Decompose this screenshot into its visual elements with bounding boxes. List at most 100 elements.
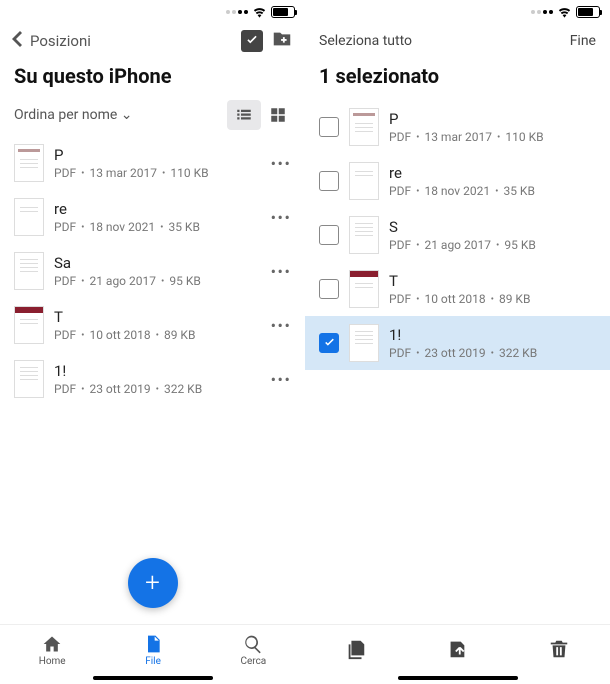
file-name: T bbox=[389, 272, 600, 290]
signal-icon bbox=[226, 10, 248, 14]
file-meta: PDF • 23 ott 2019 • 322 KB bbox=[54, 382, 257, 396]
file-info: T PDF • 10 ott 2018 • 89 KB bbox=[389, 272, 600, 306]
file-name: Sa bbox=[54, 254, 257, 272]
pane-right: Seleziona tutto Fine 1 selezionato P PDF … bbox=[305, 0, 610, 684]
file-list: P PDF • 13 mar 2017 • 110 KB ••• re PDF • 18… bbox=[0, 136, 305, 624]
page-title: Su questo iPhone bbox=[0, 60, 305, 96]
grid-view-button[interactable] bbox=[261, 100, 295, 130]
back-chevron-icon[interactable] bbox=[12, 31, 22, 51]
file-name: re bbox=[54, 200, 257, 218]
selection-toolbar bbox=[305, 624, 610, 684]
more-icon[interactable]: ••• bbox=[267, 154, 295, 173]
list-item[interactable]: re PDF • 18 nov 2021 • 35 KB bbox=[305, 154, 610, 208]
list-item[interactable]: 1! PDF • 23 ott 2019 • 322 KB ••• bbox=[0, 352, 305, 406]
file-info: Sa PDF • 21 ago 2017 • 95 KB bbox=[54, 254, 257, 288]
list-item[interactable]: P PDF • 13 mar 2017 • 110 KB ••• bbox=[0, 136, 305, 190]
chevron-down-icon: ⌄ bbox=[121, 107, 133, 123]
file-info: S PDF • 21 ago 2017 • 95 KB bbox=[389, 218, 600, 252]
checkbox[interactable] bbox=[319, 117, 339, 137]
file-thumbnail bbox=[14, 252, 44, 290]
list-view-button[interactable] bbox=[227, 100, 261, 130]
status-bar bbox=[305, 0, 610, 22]
wifi-icon bbox=[557, 3, 572, 22]
tab-file[interactable]: File bbox=[143, 634, 163, 667]
file-meta: PDF • 21 ago 2017 • 95 KB bbox=[54, 274, 257, 288]
file-info: 1! PDF • 23 ott 2019 • 322 KB bbox=[54, 362, 257, 396]
file-info: re PDF • 18 nov 2021 • 35 KB bbox=[54, 200, 257, 234]
tab-label: Cerca bbox=[240, 656, 266, 667]
file-info: 1! PDF • 23 ott 2019 • 322 KB bbox=[389, 326, 600, 360]
file-info: P PDF • 13 mar 2017 • 110 KB bbox=[54, 146, 257, 180]
checkbox[interactable] bbox=[319, 333, 339, 353]
list-item[interactable]: P PDF • 13 mar 2017 • 110 KB bbox=[305, 100, 610, 154]
file-thumbnail bbox=[349, 270, 379, 308]
file-meta: PDF • 18 nov 2021 • 35 KB bbox=[389, 184, 600, 198]
list-item[interactable]: T PDF • 10 ott 2018 • 89 KB ••• bbox=[0, 298, 305, 352]
pane-left: Posizioni Su questo iPhone Ordina per no… bbox=[0, 0, 305, 684]
nav-bar: Posizioni bbox=[0, 22, 305, 60]
file-info: P PDF • 13 mar 2017 • 110 KB bbox=[389, 110, 600, 144]
done-button[interactable]: Fine bbox=[570, 33, 596, 49]
file-meta: PDF • 18 nov 2021 • 35 KB bbox=[54, 220, 257, 234]
battery-icon bbox=[271, 6, 295, 18]
more-icon[interactable]: ••• bbox=[267, 316, 295, 335]
file-info: re PDF • 18 nov 2021 • 35 KB bbox=[389, 164, 600, 198]
checkbox[interactable] bbox=[319, 279, 339, 299]
file-name: S bbox=[389, 218, 600, 236]
file-meta: PDF • 10 ott 2018 • 89 KB bbox=[389, 292, 600, 306]
list-item[interactable]: T PDF • 10 ott 2018 • 89 KB bbox=[305, 262, 610, 316]
file-thumbnail bbox=[349, 324, 379, 362]
select-all-button[interactable]: Seleziona tutto bbox=[319, 33, 412, 49]
selection-title: 1 selezionato bbox=[305, 60, 610, 96]
list-item[interactable]: S PDF • 21 ago 2017 • 95 KB bbox=[305, 208, 610, 262]
tab-bar: Home File Cerca bbox=[0, 624, 305, 684]
tab-home[interactable]: Home bbox=[39, 634, 66, 667]
more-icon[interactable]: ••• bbox=[267, 208, 295, 227]
file-meta: PDF • 23 ott 2019 • 322 KB bbox=[389, 346, 600, 360]
file-thumbnail bbox=[349, 216, 379, 254]
copy-icon[interactable] bbox=[345, 638, 367, 664]
tab-label: File bbox=[145, 656, 161, 667]
sort-button[interactable]: Ordina per nome ⌄ bbox=[14, 107, 133, 123]
select-mode-icon[interactable] bbox=[241, 30, 263, 52]
trash-icon[interactable] bbox=[548, 638, 570, 664]
signal-icon bbox=[531, 10, 553, 14]
file-meta: PDF • 13 mar 2017 • 110 KB bbox=[54, 166, 257, 180]
file-name: 1! bbox=[54, 362, 257, 380]
new-folder-icon[interactable] bbox=[271, 28, 293, 54]
list-item[interactable]: Sa PDF • 21 ago 2017 • 95 KB ••• bbox=[0, 244, 305, 298]
tab-search[interactable]: Cerca bbox=[240, 634, 266, 667]
home-indicator bbox=[93, 676, 213, 680]
file-name: re bbox=[389, 164, 600, 182]
file-name: T bbox=[54, 308, 257, 326]
share-icon[interactable] bbox=[446, 638, 468, 664]
sort-row: Ordina per nome ⌄ bbox=[0, 96, 305, 136]
more-icon[interactable]: ••• bbox=[267, 262, 295, 281]
back-label[interactable]: Posizioni bbox=[30, 32, 91, 50]
file-thumbnail bbox=[14, 360, 44, 398]
more-icon[interactable]: ••• bbox=[267, 370, 295, 389]
home-indicator bbox=[398, 676, 518, 680]
add-fab-button[interactable]: + bbox=[128, 558, 178, 608]
checkbox[interactable] bbox=[319, 225, 339, 245]
file-thumbnail bbox=[14, 306, 44, 344]
file-thumbnail bbox=[14, 198, 44, 236]
battery-icon bbox=[576, 6, 600, 18]
status-bar bbox=[0, 0, 305, 22]
file-list-select: P PDF • 13 mar 2017 • 110 KB re PDF • 18 no… bbox=[305, 96, 610, 624]
file-meta: PDF • 13 mar 2017 • 110 KB bbox=[389, 130, 600, 144]
file-thumbnail bbox=[349, 162, 379, 200]
file-name: P bbox=[389, 110, 600, 128]
file-name: P bbox=[54, 146, 257, 164]
wifi-icon bbox=[252, 3, 267, 22]
selection-nav: Seleziona tutto Fine bbox=[305, 22, 610, 60]
tab-label: Home bbox=[39, 656, 66, 667]
file-thumbnail bbox=[14, 144, 44, 182]
list-item[interactable]: 1! PDF • 23 ott 2019 • 322 KB bbox=[305, 316, 610, 370]
file-meta: PDF • 21 ago 2017 • 95 KB bbox=[389, 238, 600, 252]
list-item[interactable]: re PDF • 18 nov 2021 • 35 KB ••• bbox=[0, 190, 305, 244]
file-thumbnail bbox=[349, 108, 379, 146]
file-name: 1! bbox=[389, 326, 600, 344]
checkbox[interactable] bbox=[319, 171, 339, 191]
file-meta: PDF • 10 ott 2018 • 89 KB bbox=[54, 328, 257, 342]
